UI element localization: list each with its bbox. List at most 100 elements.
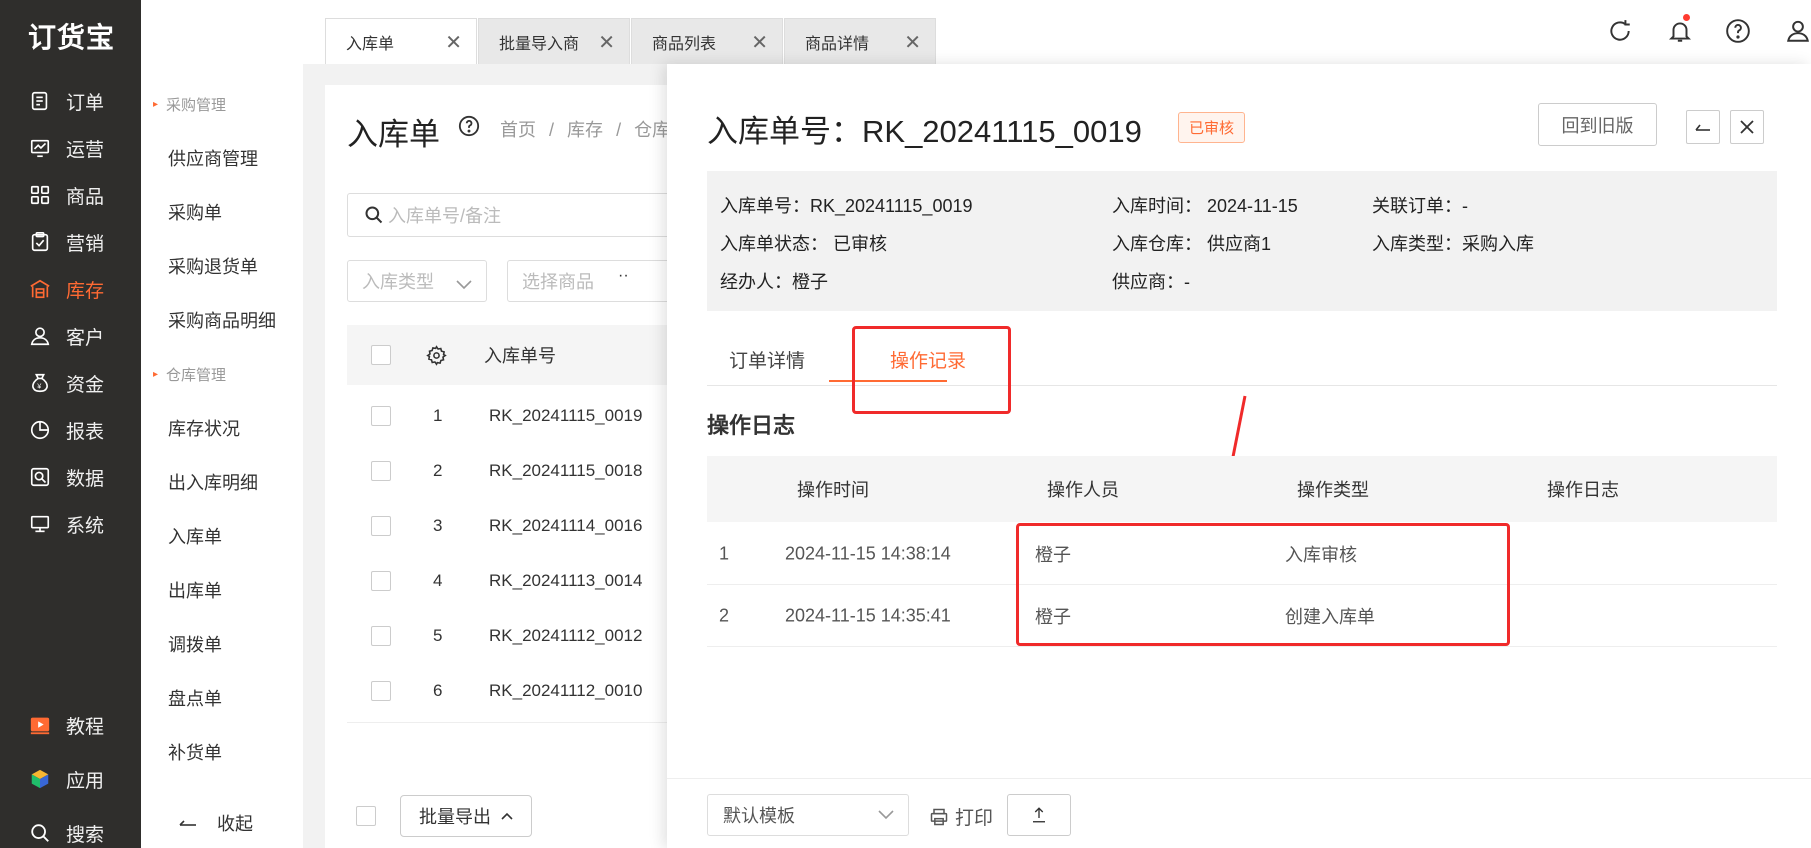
breadcrumb-home[interactable]: 首页 [500, 120, 536, 140]
row-checkbox[interactable] [371, 516, 391, 536]
submenu-item-outbound[interactable]: 出库单 [168, 577, 222, 603]
table-row[interactable]: 1 RK_20241115_0019 [347, 385, 707, 448]
batch-export-button[interactable]: 批量导出 [400, 795, 532, 837]
collapse-button[interactable]: 收起 [179, 810, 253, 836]
order-icon [28, 89, 52, 113]
print-template-select[interactable]: 默认模板 [707, 794, 909, 836]
submenu-item-io-detail[interactable]: 出入库明细 [168, 469, 258, 495]
sidebar-item-search[interactable]: 搜索 [0, 806, 141, 848]
pin-left-button[interactable] [1686, 110, 1720, 144]
table-row[interactable]: 3 RK_20241114_0016 [347, 495, 707, 558]
log-row-index: 1 [719, 543, 730, 563]
row-checkbox[interactable] [371, 461, 391, 481]
submenu-group-warehouse[interactable]: ▸ 仓库管理 [153, 364, 227, 385]
tab-inbound[interactable]: 入库单 ✕ [325, 18, 477, 64]
close-icon[interactable]: ✕ [598, 30, 615, 55]
table-row[interactable]: 2 RK_20241115_0018 [347, 440, 707, 503]
submenu-item-purchase-detail[interactable]: 采购商品明细 [168, 307, 276, 333]
close-icon[interactable]: ✕ [445, 30, 462, 55]
row-checkbox[interactable] [371, 681, 391, 701]
submenu-item-replenish[interactable]: 补货单 [168, 739, 222, 765]
tab-label: 入库单 [346, 35, 395, 53]
sidebar-item-goods[interactable]: 商品 [0, 168, 141, 222]
table-row[interactable]: 5 RK_20241112_0012 [347, 605, 707, 668]
submenu-group-purchase[interactable]: ▸ 采购管理 [153, 94, 226, 115]
printer-icon [929, 807, 949, 827]
sidebar-item-report[interactable]: 报表 [0, 403, 141, 457]
row-inbound-no[interactable]: RK_20241112_0012 [489, 626, 642, 646]
search-input[interactable]: 入库单号/备注 [347, 193, 687, 237]
refresh-icon[interactable] [1607, 18, 1633, 44]
row-checkbox[interactable] [371, 626, 391, 646]
sidebar-item-order[interactable]: 订单 [0, 74, 141, 128]
row-checkbox[interactable] [371, 571, 391, 591]
sidebar-item-data[interactable]: 数据 [0, 450, 141, 504]
footer-select-all-checkbox[interactable] [356, 806, 376, 826]
main-sidebar: 订货宝 订单 运营 商品 营销 库存 客户 ¥ 资金 报表 数据 系统 教程 应… [0, 0, 141, 848]
breadcrumb-inventory[interactable]: 库存 [567, 120, 603, 140]
close-icon[interactable]: ✕ [904, 30, 921, 55]
sidebar-item-label: 教程 [66, 716, 105, 738]
chevron-down-icon [456, 274, 472, 295]
row-index: 2 [433, 461, 443, 480]
column-header-no[interactable]: 入库单号 [484, 342, 556, 368]
goods-icon [28, 183, 52, 207]
sidebar-item-apps[interactable]: 应用 [0, 752, 141, 806]
sidebar-item-label: 搜索 [66, 824, 105, 846]
funds-icon: ¥ [28, 371, 52, 395]
row-inbound-no[interactable]: RK_20241115_0018 [489, 461, 642, 481]
sidebar-item-funds[interactable]: ¥ 资金 [0, 356, 141, 410]
close-panel-button[interactable] [1730, 110, 1764, 144]
log-col-type: 操作类型 [1297, 480, 1369, 500]
row-inbound-no[interactable]: RK_20241115_0019 [489, 406, 642, 426]
bell-icon[interactable] [1667, 14, 1693, 44]
breadcrumb-warehouse[interactable]: 仓库 [634, 120, 670, 140]
close-icon[interactable]: ✕ [751, 30, 768, 55]
row-index: 1 [433, 406, 443, 425]
more-icon: ·· [618, 267, 629, 284]
tab-goods-list[interactable]: 商品列表 ✕ [631, 18, 783, 64]
chevron-down-icon [878, 810, 894, 820]
inbound-type-select[interactable]: 入库类型 [347, 260, 487, 302]
export-button[interactable] [1007, 794, 1071, 836]
row-inbound-no[interactable]: RK_20241112_0010 [489, 681, 642, 701]
table-row[interactable]: 6 RK_20241112_0010 [347, 660, 707, 723]
help-icon[interactable] [1725, 18, 1751, 44]
select-all-checkbox[interactable] [371, 345, 391, 365]
submenu-item-stock-status[interactable]: 库存状况 [168, 415, 240, 441]
search-icon [28, 821, 52, 845]
sidebar-item-operation[interactable]: 运营 [0, 121, 141, 175]
user-icon[interactable] [1785, 18, 1811, 44]
sidebar-item-system[interactable]: 系统 [0, 497, 141, 551]
help-circle-icon[interactable] [458, 115, 480, 142]
sidebar-item-label: 应用 [66, 770, 105, 792]
tab-order-detail[interactable]: 订单详情 [729, 346, 805, 373]
sidebar-item-marketing[interactable]: 营销 [0, 215, 141, 269]
submenu-item-purchase-order[interactable]: 采购单 [168, 199, 222, 225]
submenu-item-stocktake[interactable]: 盘点单 [168, 685, 222, 711]
tab-goods-detail[interactable]: 商品详情 ✕ [784, 18, 936, 64]
submenu-item-supplier[interactable]: 供应商管理 [168, 145, 258, 171]
submenu-item-transfer[interactable]: 调拨单 [168, 631, 222, 657]
row-checkbox[interactable] [371, 406, 391, 426]
info-supplier: 供应商：- [1112, 272, 1190, 292]
sidebar-item-customer[interactable]: 客户 [0, 309, 141, 363]
operation-icon [28, 136, 52, 160]
submenu-item-inbound[interactable]: 入库单 [168, 523, 222, 549]
row-inbound-no[interactable]: RK_20241113_0014 [489, 571, 642, 591]
inbound-detail-panel: 入库单号：RK_20241115_0019 已审核 回到旧版 入库单号：RK_2… [667, 64, 1811, 848]
gear-icon[interactable] [426, 344, 447, 366]
caret-right-icon: ▸ [153, 369, 159, 380]
row-inbound-no[interactable]: RK_20241114_0016 [489, 516, 642, 536]
select-value: 默认模板 [723, 806, 795, 826]
highlight-box-tab [852, 326, 1011, 414]
tab-batch-import[interactable]: 批量导入商 ✕ [478, 18, 630, 64]
table-row[interactable]: 4 RK_20241113_0014 [347, 550, 707, 613]
print-button[interactable]: 打印 [929, 803, 993, 830]
submenu-group-label: 仓库管理 [166, 367, 227, 384]
info-inbound-time: 入库时间： 2024-11-15 [1112, 196, 1298, 216]
old-version-button[interactable]: 回到旧版 [1538, 103, 1657, 146]
submenu-item-purchase-return[interactable]: 采购退货单 [168, 253, 258, 279]
sidebar-item-warehouse[interactable]: 库存 [0, 262, 141, 316]
sidebar-item-tutorial[interactable]: 教程 [0, 698, 141, 752]
